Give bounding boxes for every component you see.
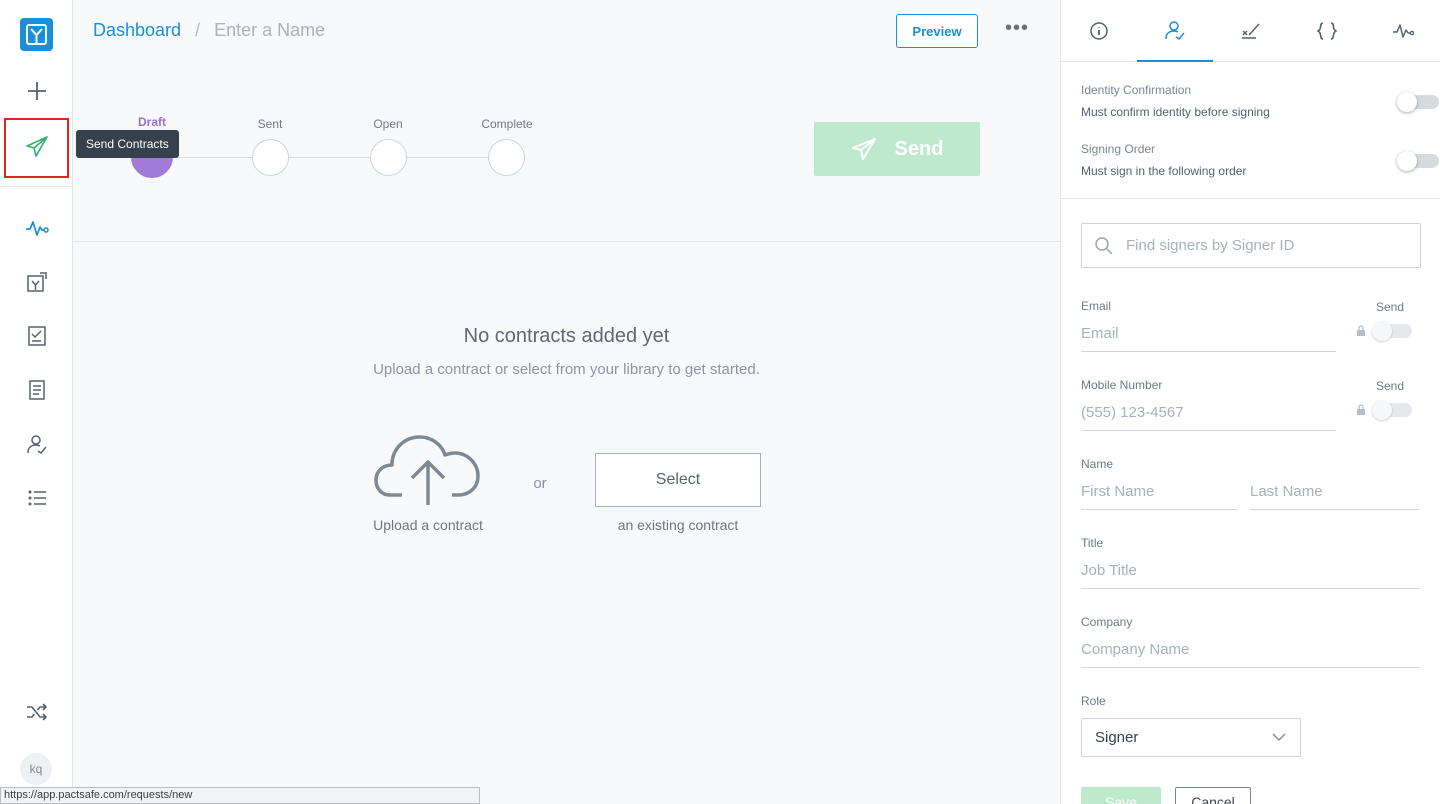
role-select-value: Signer [1095, 729, 1139, 746]
info-icon [1090, 22, 1108, 40]
signer-tab-icon [1165, 21, 1185, 40]
step-complete-circle [488, 139, 525, 176]
email-send-toggle[interactable] [1372, 321, 1412, 341]
document-icon[interactable] [18, 374, 55, 406]
tab-info[interactable] [1061, 0, 1137, 62]
right-panel: Identity Confirmation Must confirm ident… [1060, 0, 1440, 804]
step-label-draft: Draft [137, 115, 166, 129]
select-contract-button[interactable]: Select [595, 453, 761, 507]
plus-icon[interactable] [18, 75, 55, 107]
step-label-complete: Complete [481, 117, 533, 131]
tab-signers[interactable] [1137, 0, 1213, 62]
title-label: Title [1081, 536, 1104, 550]
send-button[interactable]: Send [814, 122, 980, 176]
last-name-field[interactable] [1250, 474, 1420, 510]
braces-icon [1316, 22, 1338, 40]
signature-icon [1242, 23, 1260, 39]
mobile-send-label: Send [1376, 379, 1405, 393]
list-icon[interactable] [18, 482, 55, 514]
identity-confirmation-toggle[interactable] [1397, 92, 1439, 112]
chevron-down-icon [1272, 733, 1286, 741]
name-label: Name [1081, 457, 1114, 471]
main-divider [73, 241, 1060, 242]
activity-icon[interactable] [18, 212, 55, 244]
status-stepper: Draft Sent Open Complete Send [73, 110, 1060, 241]
identity-confirmation-title: Identity Confirmation [1081, 83, 1192, 97]
empty-state-title: No contracts added yet [463, 325, 670, 347]
send-button-icon [851, 138, 876, 160]
mobile-field[interactable] [1081, 395, 1336, 431]
cancel-button[interactable]: Cancel [1175, 787, 1251, 804]
send-icon[interactable] [18, 131, 55, 163]
signing-order-title: Signing Order [1081, 142, 1156, 156]
signer-search-input[interactable] [1126, 237, 1406, 254]
email-lock-icon [1357, 325, 1365, 336]
tab-activity[interactable] [1365, 0, 1440, 62]
step-label-open: Open [373, 117, 403, 131]
company-label: Company [1081, 615, 1133, 629]
more-options-icon[interactable]: ••• [1005, 18, 1029, 42]
left-nav: kq [0, 0, 73, 804]
signer-search-box [1081, 223, 1421, 268]
select-contract-caption: an existing contract [617, 517, 739, 533]
mobile-lock-icon [1357, 404, 1365, 415]
activity-tab-icon [1393, 24, 1414, 38]
role-select[interactable]: Signer [1081, 718, 1301, 757]
job-title-field[interactable] [1081, 553, 1420, 589]
signing-order-toggle[interactable] [1397, 151, 1439, 171]
breadcrumb: Dashboard / Enter a Name [93, 20, 325, 41]
step-sent-circle [252, 139, 289, 176]
mobile-send-toggle[interactable] [1372, 400, 1412, 420]
shuffle-icon[interactable] [18, 696, 55, 728]
step-open-circle [370, 139, 407, 176]
page-header: Dashboard / Enter a Name Preview ••• [73, 0, 1060, 62]
tab-signature[interactable] [1213, 0, 1289, 62]
breadcrumb-dashboard-link[interactable]: Dashboard [93, 20, 181, 41]
breadcrumb-separator: / [195, 20, 201, 40]
save-button[interactable]: Save [1081, 787, 1161, 804]
first-name-field[interactable] [1081, 474, 1237, 510]
role-label: Role [1081, 694, 1106, 708]
preview-button[interactable]: Preview [896, 14, 978, 48]
or-label: or [533, 475, 547, 492]
signing-order-section: Signing Order Must sign in the following… [1081, 142, 1246, 178]
empty-state-subtitle: Upload a contract or select from your li… [373, 361, 760, 378]
identity-confirmation-desc: Must confirm identity before signing [1081, 105, 1270, 119]
tab-variables[interactable] [1289, 0, 1365, 62]
identity-confirmation-section: Identity Confirmation Must confirm ident… [1081, 83, 1270, 119]
email-send-label: Send [1376, 300, 1405, 314]
signer-icon[interactable] [18, 428, 55, 460]
send-contracts-tooltip: Send Contracts [76, 130, 179, 158]
nav-divider [0, 186, 72, 187]
signing-order-desc: Must sign in the following order [1081, 164, 1247, 178]
request-name-field[interactable]: Enter a Name [214, 20, 325, 41]
panel-divider [1061, 198, 1440, 199]
browser-status-bar: https://app.pactsafe.com/requests/new [0, 787, 480, 804]
email-label: Email [1081, 299, 1112, 313]
stepper-line [173, 157, 508, 158]
step-label-sent: Sent [257, 117, 283, 131]
logo-icon[interactable] [20, 18, 53, 51]
cloud-upload-icon[interactable] [372, 425, 484, 509]
company-field[interactable] [1081, 632, 1420, 668]
mobile-label: Mobile Number [1081, 378, 1163, 392]
right-panel-tabs [1061, 0, 1440, 62]
checklist-icon[interactable] [18, 320, 55, 352]
contract-upload-icon[interactable] [18, 266, 55, 298]
email-field[interactable] [1081, 316, 1336, 352]
avatar[interactable]: kq [20, 753, 52, 785]
search-icon [1095, 236, 1113, 255]
upload-contract-label[interactable]: Upload a contract [360, 517, 496, 533]
send-button-label: Send [894, 137, 944, 160]
